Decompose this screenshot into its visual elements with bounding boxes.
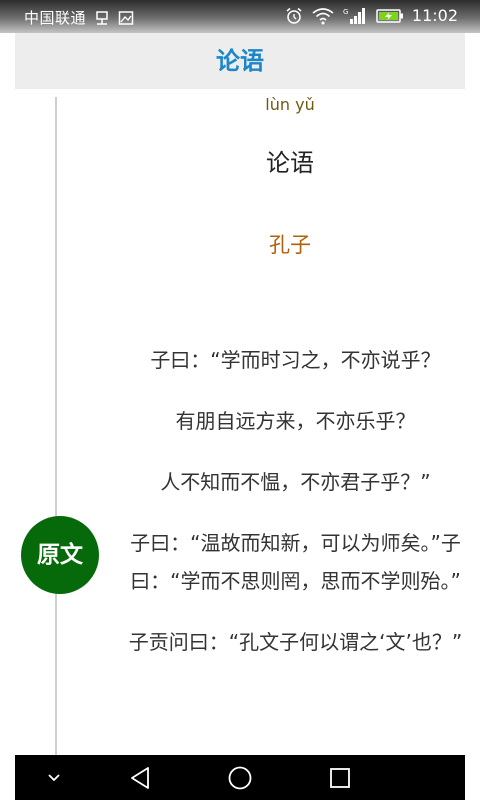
- alarm-icon: [285, 7, 303, 25]
- page-title: 论语: [216, 47, 264, 75]
- timeline-line: [55, 97, 57, 755]
- home-icon[interactable]: [220, 755, 260, 800]
- recents-icon[interactable]: [320, 755, 360, 800]
- status-clock: 11:02: [411, 6, 458, 25]
- chevron-down-icon[interactable]: [37, 755, 71, 800]
- back-icon[interactable]: [120, 755, 160, 800]
- usb-icon: [94, 10, 110, 26]
- status-left: 中国联通: [24, 7, 134, 28]
- verse-line: 子贡问曰：“孔文子何以谓之‘文’也？”: [128, 630, 463, 654]
- verse-line: 子曰：“温故而知新，可以为师矣。”子曰：“学而不思则罔，思而不学则殆。”: [130, 531, 461, 593]
- work-pinyin: lùn yǔ: [265, 95, 315, 114]
- author-name: 孔子: [269, 233, 311, 257]
- verse-line: 人不知而不愠，不亦君子乎？”: [160, 470, 431, 494]
- navigation-bar: [15, 755, 465, 800]
- work-title: 论语: [266, 149, 314, 177]
- title-bar: 论语: [15, 33, 465, 89]
- carrier-name: 中国联通: [24, 9, 87, 27]
- status-bar: 中国联通 G 11:02: [0, 0, 480, 33]
- section-badge-original-text[interactable]: 原文: [21, 516, 99, 594]
- battery-charging-icon: [376, 8, 404, 24]
- content-scroll-area[interactable]: 原文 lùn yǔ 论语 孔子 子曰：“学而时习之，不亦说乎？ 有朋自远方来，不…: [15, 89, 465, 755]
- status-right: G 11:02: [276, 6, 458, 25]
- wifi-icon: [312, 7, 334, 25]
- original-text-body: 子曰：“学而时习之，不亦说乎？ 有朋自远方来，不亦乐乎？ 人不知而不愠，不亦君子…: [123, 341, 465, 684]
- verse-line: 子曰：“学而时习之，不亦说乎？: [150, 348, 441, 372]
- signal-icon: G: [343, 7, 367, 25]
- image-icon: [118, 10, 134, 26]
- verse-line: 有朋自远方来，不亦乐乎？: [175, 409, 416, 433]
- network-type-label: G: [343, 8, 348, 16]
